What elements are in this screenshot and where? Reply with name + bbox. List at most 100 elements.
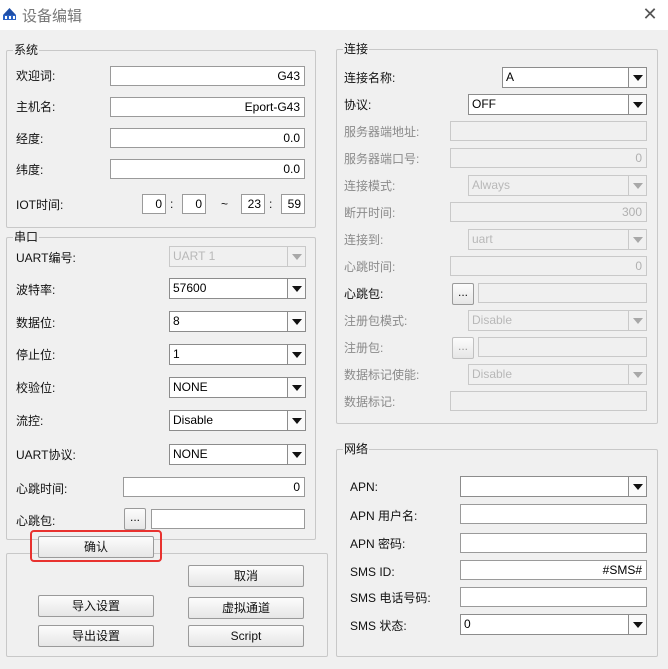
virtual-channel-button[interactable]: 虚拟通道 xyxy=(188,597,304,619)
register-packet-label: 注册包: xyxy=(344,341,384,355)
latitude-input[interactable]: 0.0 xyxy=(110,159,305,179)
uart-protocol-value: NONE xyxy=(173,447,208,461)
conn-heartbeat-time-input: 0 xyxy=(450,256,647,276)
chevron-down-icon[interactable] xyxy=(628,615,646,634)
iot-start-hour-input[interactable]: 0 xyxy=(142,194,166,214)
conn-name-select[interactable]: A xyxy=(502,67,647,88)
confirm-button[interactable]: 确认 xyxy=(38,536,154,558)
uart-protocol-select[interactable]: NONE xyxy=(169,444,306,465)
flow-control-value: Disable xyxy=(173,413,214,427)
latitude-label: 纬度: xyxy=(16,163,44,177)
iot-time-label: IOT时间: xyxy=(16,198,64,212)
sms-state-select[interactable]: 0 xyxy=(460,614,647,635)
apn-label: APN: xyxy=(350,480,379,494)
sms-state-value: 0 xyxy=(464,617,471,631)
apn-username-input[interactable] xyxy=(460,504,647,524)
serial-heartbeat-time-label: 心跳时间: xyxy=(16,482,68,496)
conn-protocol-label: 协议: xyxy=(344,98,372,112)
cancel-button[interactable]: 取消 xyxy=(188,565,304,587)
serial-legend: 串口 xyxy=(13,230,40,244)
chevron-down-icon xyxy=(628,230,646,249)
conn-protocol-value: OFF xyxy=(472,97,496,111)
network-legend: 网络 xyxy=(343,442,370,456)
iot-colon: : xyxy=(269,197,273,211)
import-settings-button[interactable]: 导入设置 xyxy=(38,595,154,617)
title-bar: 设备编辑 ✕ xyxy=(0,0,668,30)
conn-heartbeat-packet-browse-button[interactable]: ... xyxy=(452,283,474,305)
flow-control-select[interactable]: Disable xyxy=(169,410,306,431)
connection-legend: 连接 xyxy=(343,42,370,56)
conn-mode-label: 连接模式: xyxy=(344,179,396,193)
databits-value: 8 xyxy=(173,314,180,328)
chevron-down-icon xyxy=(628,176,646,195)
close-icon[interactable]: ✕ xyxy=(636,2,664,26)
flow-control-label: 流控: xyxy=(16,414,44,428)
uart-no-select: UART 1 xyxy=(169,246,306,267)
welcome-input[interactable]: G43 xyxy=(110,66,305,86)
chevron-down-icon xyxy=(628,365,646,384)
conn-heartbeat-packet-label: 心跳包: xyxy=(344,287,384,301)
chevron-down-icon[interactable] xyxy=(628,68,646,87)
chevron-down-icon[interactable] xyxy=(628,95,646,114)
apn-select[interactable] xyxy=(460,476,647,497)
disconnect-time-input: 300 xyxy=(450,202,647,222)
apn-password-label: APN 密码: xyxy=(350,537,406,551)
server-port-input: 0 xyxy=(450,148,647,168)
databits-select[interactable]: 8 xyxy=(169,311,306,332)
chevron-down-icon[interactable] xyxy=(287,312,305,331)
hostname-input[interactable]: Eport-G43 xyxy=(110,97,305,117)
longitude-label: 经度: xyxy=(16,132,44,146)
sms-state-label: SMS 状态: xyxy=(350,619,407,633)
chevron-down-icon xyxy=(287,247,305,266)
data-tag-enable-select: Disable xyxy=(468,364,647,385)
conn-heartbeat-packet-input xyxy=(478,283,647,303)
serial-heartbeat-packet-browse-button[interactable]: ... xyxy=(124,508,146,530)
parity-select[interactable]: NONE xyxy=(169,377,306,398)
server-address-label: 服务器端地址: xyxy=(344,125,420,139)
uart-no-value: UART 1 xyxy=(173,249,216,263)
iot-start-minute-input[interactable]: 0 xyxy=(182,194,206,214)
welcome-label: 欢迎词: xyxy=(16,69,56,83)
server-port-label: 服务器端口号: xyxy=(344,152,420,166)
serial-heartbeat-time-input[interactable]: 0 xyxy=(123,477,305,497)
serial-heartbeat-packet-input[interactable] xyxy=(151,509,305,529)
conn-mode-select: Always xyxy=(468,175,647,196)
baud-value: 57600 xyxy=(173,281,207,295)
chevron-down-icon[interactable] xyxy=(287,411,305,430)
script-button[interactable]: Script xyxy=(188,625,304,647)
register-mode-value: Disable xyxy=(472,313,513,327)
chevron-down-icon[interactable] xyxy=(287,345,305,364)
chevron-down-icon[interactable] xyxy=(628,477,646,496)
data-tag-enable-value: Disable xyxy=(472,367,513,381)
chevron-down-icon[interactable] xyxy=(287,445,305,464)
iot-end-minute-input[interactable]: 59 xyxy=(281,194,305,214)
iot-end-hour-input[interactable]: 23 xyxy=(241,194,265,214)
sms-phone-input[interactable] xyxy=(460,587,647,607)
conn-name-value: A xyxy=(506,70,515,84)
sms-phone-label: SMS 电话号码: xyxy=(350,591,431,605)
longitude-input[interactable]: 0.0 xyxy=(110,128,305,148)
register-packet-browse-button: ... xyxy=(452,337,474,359)
stopbits-select[interactable]: 1 xyxy=(169,344,306,365)
register-packet-input xyxy=(478,337,647,357)
chevron-down-icon xyxy=(628,311,646,330)
data-tag-enable-label: 数据标记使能: xyxy=(344,368,420,382)
sms-id-input[interactable]: #SMS# xyxy=(460,560,647,580)
iot-colon: : xyxy=(170,197,174,211)
conn-mode-value: Always xyxy=(472,178,511,192)
parity-value: NONE xyxy=(173,380,208,394)
conn-heartbeat-time-label: 心跳时间: xyxy=(344,260,396,274)
chevron-down-icon[interactable] xyxy=(287,378,305,397)
export-settings-button[interactable]: 导出设置 xyxy=(38,625,154,647)
data-tag-label: 数据标记: xyxy=(344,395,396,409)
disconnect-time-label: 断开时间: xyxy=(344,206,396,220)
window-title: 设备编辑 xyxy=(22,8,83,25)
baud-select[interactable]: 57600 xyxy=(169,278,306,299)
stopbits-value: 1 xyxy=(173,347,180,361)
conn-protocol-select[interactable]: OFF xyxy=(468,94,647,115)
baud-label: 波特率: xyxy=(16,283,56,297)
chevron-down-icon[interactable] xyxy=(287,279,305,298)
uart-no-label: UART编号: xyxy=(16,251,76,265)
apn-password-input[interactable] xyxy=(460,533,647,553)
data-tag-input xyxy=(450,391,647,411)
